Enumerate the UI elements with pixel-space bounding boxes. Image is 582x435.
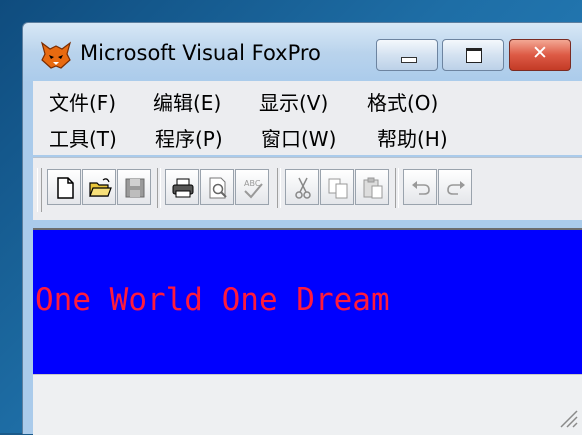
- toolbar-grip[interactable]: [37, 168, 42, 212]
- status-bar: [33, 374, 582, 435]
- window-title: Microsoft Visual FoxPro: [80, 41, 321, 65]
- menu-help[interactable]: 帮助(H): [377, 123, 448, 152]
- minimize-button[interactable]: [376, 39, 438, 71]
- title-bar[interactable]: Microsoft Visual FoxPro ✕: [23, 23, 582, 79]
- spell-check-icon: ABC: [244, 179, 263, 199]
- print-preview-button[interactable]: [200, 169, 234, 205]
- open-button[interactable]: [82, 169, 116, 205]
- resize-grip-icon[interactable]: [557, 407, 579, 429]
- undo-icon: [412, 181, 430, 195]
- menu-program[interactable]: 程序(P): [155, 123, 223, 152]
- print-icon: [172, 178, 194, 198]
- open-folder-icon: [89, 178, 112, 197]
- copy-button[interactable]: [320, 169, 354, 205]
- menu-view[interactable]: 显示(V): [259, 87, 328, 116]
- print-button[interactable]: [165, 169, 199, 205]
- new-button[interactable]: [47, 169, 81, 205]
- menu-edit[interactable]: 编辑(E): [153, 87, 221, 116]
- cut-button[interactable]: [285, 169, 319, 205]
- svg-text:ABC: ABC: [244, 179, 261, 188]
- maximize-button[interactable]: [442, 39, 504, 71]
- save-button[interactable]: [117, 169, 151, 205]
- toolbar-separator: [157, 168, 161, 208]
- paste-button[interactable]: [355, 169, 389, 205]
- menu-file[interactable]: 文件(F): [49, 87, 116, 116]
- new-file-icon: [57, 177, 74, 199]
- menu-window[interactable]: 窗口(W): [261, 123, 336, 152]
- menu-format[interactable]: 格式(O): [367, 87, 438, 116]
- toolbar-separator: [395, 168, 399, 208]
- foxpro-main-window: Microsoft Visual FoxPro ✕ 文件(F) 编辑(E) 显示…: [22, 22, 582, 435]
- redo-icon: [447, 181, 465, 195]
- print-preview-icon: [209, 177, 227, 199]
- save-icon: [125, 178, 145, 198]
- toolbar-separator: [277, 168, 281, 208]
- standard-toolbar: ABC: [33, 157, 582, 220]
- undo-button[interactable]: [403, 169, 437, 205]
- redo-button[interactable]: [438, 169, 472, 205]
- copy-icon: [328, 178, 348, 199]
- close-button[interactable]: ✕: [509, 39, 571, 71]
- menu-tools[interactable]: 工具(T): [49, 123, 117, 152]
- foxpro-fox-icon: [40, 41, 72, 69]
- close-icon: ✕: [532, 42, 548, 64]
- spell-check-button[interactable]: ABC: [235, 169, 269, 205]
- output-area[interactable]: One World One Dream: [33, 228, 582, 376]
- cut-icon: [295, 177, 311, 199]
- menu-row-2: 工具(T) 程序(P) 窗口(W) 帮助(H): [33, 119, 582, 153]
- paste-icon: [363, 177, 383, 199]
- output-text: One World One Dream: [35, 282, 390, 318]
- menu-row-1: 文件(F) 编辑(E) 显示(V) 格式(O): [33, 83, 582, 117]
- menu-bar: 文件(F) 编辑(E) 显示(V) 格式(O) 工具(T) 程序(P) 窗口(W…: [33, 81, 582, 155]
